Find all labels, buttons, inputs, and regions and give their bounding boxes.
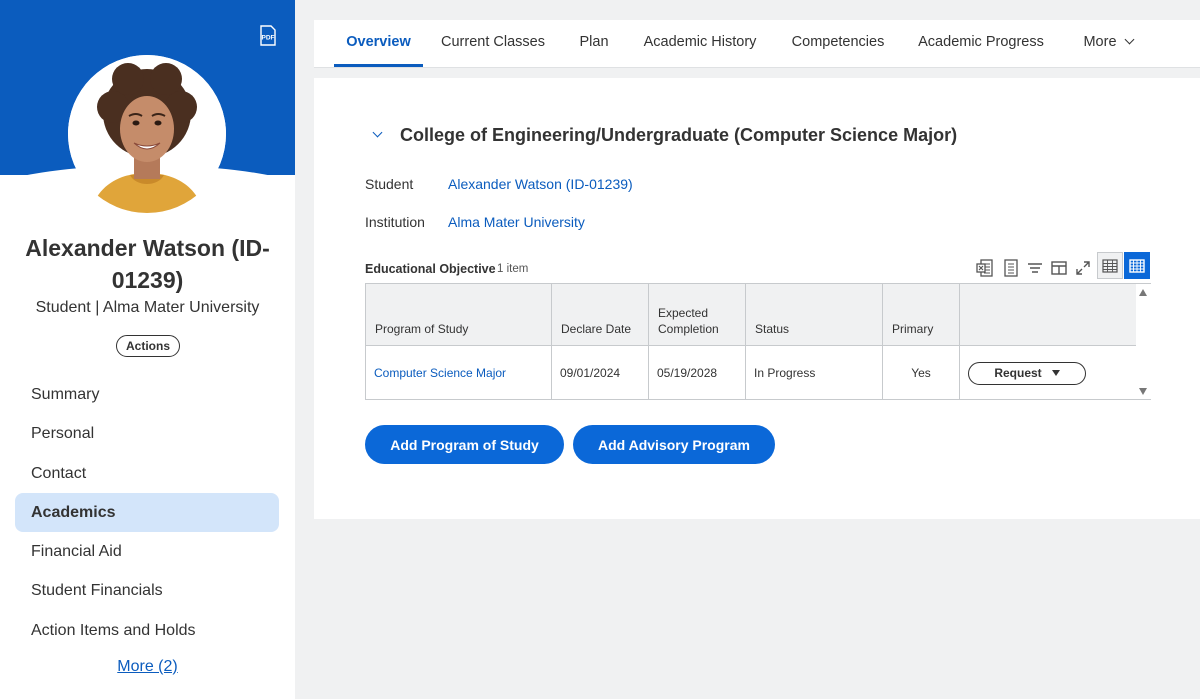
table-view-icon[interactable] bbox=[1097, 252, 1123, 279]
row-action-cell: Request bbox=[960, 346, 1137, 400]
request-button[interactable]: Request bbox=[968, 361, 1086, 385]
program-of-study-link[interactable]: Computer Science Major bbox=[366, 346, 552, 400]
section-title: College of Engineering/Undergraduate (Co… bbox=[400, 125, 958, 145]
grid-title: Educational Objective bbox=[365, 262, 496, 276]
sidebar-item-academics[interactable]: Academics bbox=[15, 492, 279, 533]
chevron-down-icon[interactable] bbox=[371, 128, 385, 142]
grid-view-icon[interactable] bbox=[1124, 252, 1150, 279]
column-header-declare-date[interactable]: Declare Date bbox=[552, 284, 649, 346]
institution-label: Institution bbox=[365, 214, 425, 230]
primary-cell: Yes bbox=[883, 346, 960, 400]
tab-more[interactable]: More bbox=[1077, 20, 1139, 67]
declare-date-cell: 09/01/2024 bbox=[552, 346, 649, 400]
institution-link[interactable]: Alma Mater University bbox=[448, 214, 585, 230]
sidebar-item-summary[interactable]: Summary bbox=[15, 375, 279, 414]
sidebar-nav: Summary Personal Contact Academics Finan… bbox=[15, 375, 279, 650]
tab-bar: Overview Current Classes Plan Academic H… bbox=[314, 20, 1200, 68]
status-cell: In Progress bbox=[746, 346, 883, 400]
request-button-label: Request bbox=[994, 366, 1042, 380]
tab-current-classes[interactable]: Current Classes bbox=[440, 20, 546, 67]
fullscreen-icon[interactable] bbox=[1073, 258, 1093, 278]
sidebar-item-contact[interactable]: Contact bbox=[15, 454, 279, 493]
tab-academic-progress[interactable]: Academic Progress bbox=[917, 20, 1045, 67]
column-header-status[interactable]: Status bbox=[746, 284, 883, 346]
scroll-up-icon[interactable] bbox=[1139, 289, 1147, 296]
educational-objective-grid: Program of Study Declare Date Expected C… bbox=[365, 283, 1137, 400]
tab-academic-history[interactable]: Academic History bbox=[642, 20, 758, 67]
column-header-actions bbox=[960, 284, 1137, 346]
chevron-down-icon bbox=[1124, 34, 1134, 45]
sidebar-more-link[interactable]: More (2) bbox=[0, 658, 295, 676]
sidebar-item-action-items[interactable]: Action Items and Holds bbox=[15, 611, 279, 650]
tab-competencies[interactable]: Competencies bbox=[790, 20, 886, 67]
tab-overview[interactable]: Overview bbox=[334, 20, 423, 67]
tab-more-label: More bbox=[1083, 34, 1117, 50]
expected-completion-cell: 05/19/2028 bbox=[649, 346, 746, 400]
student-label: Student bbox=[365, 176, 414, 192]
scroll-down-icon[interactable] bbox=[1139, 388, 1147, 395]
grid-item-count: 1 item bbox=[497, 263, 529, 275]
actions-button[interactable]: Actions bbox=[116, 335, 180, 357]
column-header-primary[interactable]: Primary bbox=[883, 284, 960, 346]
main-panel: College of Engineering/Undergraduate (Co… bbox=[314, 78, 1200, 519]
add-program-of-study-button[interactable]: Add Program of Study bbox=[365, 425, 564, 464]
student-link[interactable]: Alexander Watson (ID-01239) bbox=[448, 176, 633, 192]
caret-down-icon bbox=[1051, 370, 1060, 376]
filter-icon[interactable] bbox=[1025, 258, 1045, 278]
export-pdf-icon[interactable] bbox=[1001, 258, 1021, 278]
svg-text:PDF: PDF bbox=[262, 35, 275, 42]
pdf-icon[interactable]: PDF bbox=[258, 25, 278, 47]
column-header-expected-completion[interactable]: Expected Completion bbox=[649, 284, 746, 346]
profile-name: Alexander Watson (ID-01239) bbox=[25, 235, 270, 293]
column-header-program[interactable]: Program of Study bbox=[366, 284, 552, 346]
avatar bbox=[68, 55, 226, 213]
column-layout-icon[interactable] bbox=[1049, 258, 1069, 278]
profile-subtitle: Student | Alma Mater University bbox=[35, 299, 260, 316]
sidebar-item-student-financials[interactable]: Student Financials bbox=[15, 571, 279, 610]
tab-plan[interactable]: Plan bbox=[576, 20, 612, 67]
export-excel-icon[interactable] bbox=[975, 258, 995, 278]
add-advisory-program-button[interactable]: Add Advisory Program bbox=[573, 425, 775, 464]
grid-scrollbar[interactable] bbox=[1136, 283, 1151, 400]
sidebar-item-personal[interactable]: Personal bbox=[15, 414, 279, 453]
sidebar-item-financial-aid[interactable]: Financial Aid bbox=[15, 532, 279, 571]
profile-sidebar: PDF Alexander Watson (ID-01239) Student … bbox=[0, 0, 295, 699]
